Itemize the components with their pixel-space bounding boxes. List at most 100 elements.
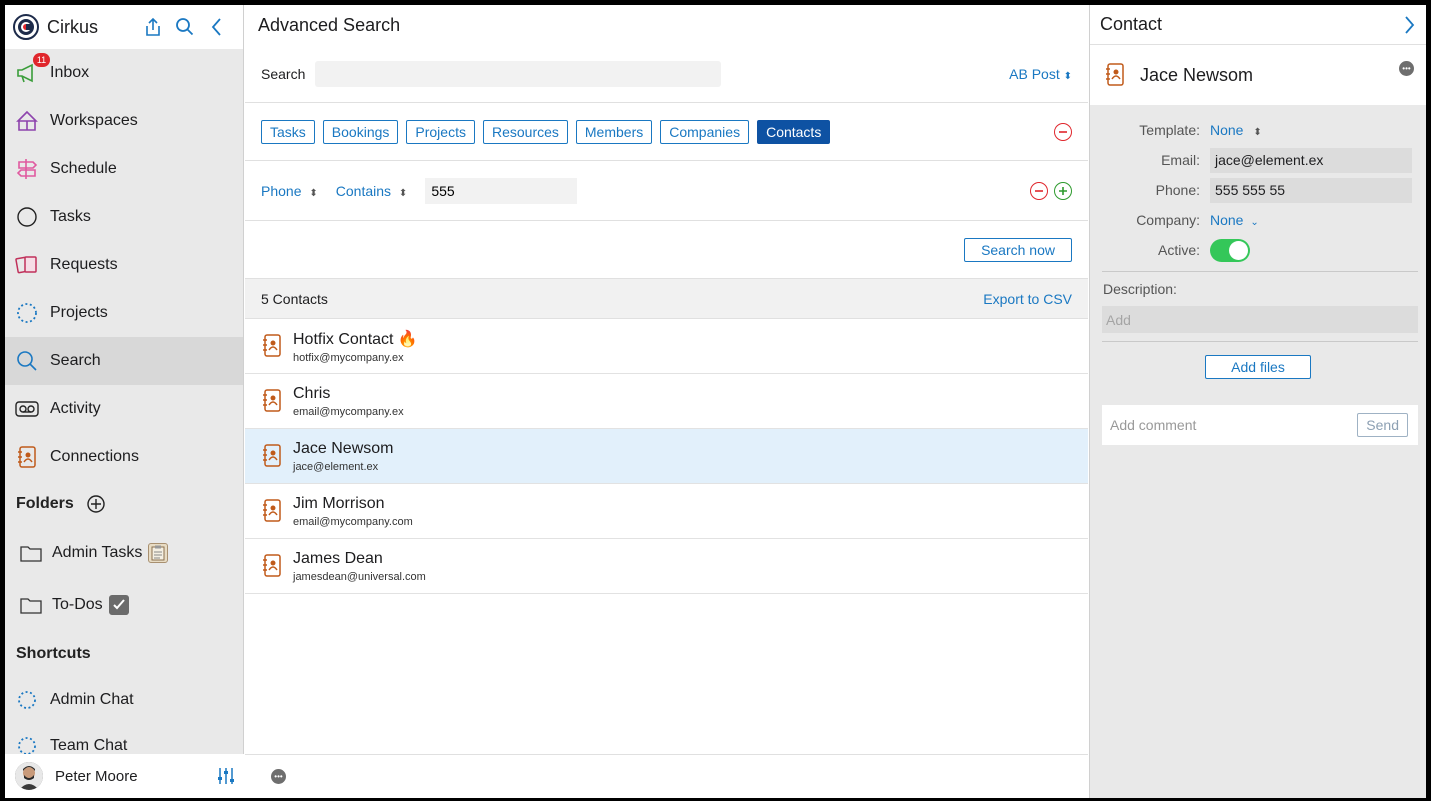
type-chip-bookings[interactable]: Bookings [322,119,399,144]
sort-select[interactable]: AB Post ⬍ [1009,66,1072,82]
list-item[interactable]: Hotfix Contact 🔥 hotfix@mycompany.ex [245,319,1088,374]
remove-condition-icon[interactable] [1030,181,1048,200]
folder-label: Admin Tasks [52,544,143,561]
condition-operator-select[interactable]: Contains ⬍ [336,183,408,199]
add-folder-icon[interactable] [86,494,106,514]
type-chip-projects[interactable]: Projects [406,119,475,144]
search-now-button[interactable]: Search now [964,237,1072,262]
sidebar-item-label: Search [50,352,101,369]
contact-name: Jace Newsom [293,439,394,457]
sidebar: Cirkus 11 Inbox Workspaces Schedule Task… [5,5,244,798]
list-item[interactable]: Jim Morrison email@mycompany.com [245,484,1088,539]
email-input[interactable]: jace@element.ex [1210,147,1412,173]
sidebar-item-connections[interactable]: Connections [5,433,243,481]
collapse-sidebar-chevron-icon[interactable] [201,13,233,41]
template-field: Template: None ⬍ [1090,115,1426,145]
settings-sliders-icon[interactable] [216,766,236,786]
contact-name: Chris [293,384,331,402]
active-toggle[interactable] [1210,238,1250,262]
email-label: Email: [1161,152,1200,168]
sidebar-item-workspaces[interactable]: Workspaces [5,97,243,145]
contact-email: email@mycompany.com [293,515,413,528]
condition-value-input[interactable] [425,177,578,204]
condition-operator-label: Contains [335,182,392,199]
phone-label: Phone: [1155,182,1200,198]
company-label: Company: [1136,212,1200,228]
contact-header: Jace Newsom ••• [1090,45,1426,105]
page-title: Advanced Search [258,14,401,35]
sidebar-item-label: Requests [50,256,118,273]
search-label: Search [261,65,306,82]
contact-book-icon [263,554,281,577]
chevron-right-icon[interactable] [1404,15,1416,35]
contact-book-icon [263,389,281,412]
description-label: Description: [1103,281,1177,297]
add-files-button[interactable]: Add files [1205,355,1311,379]
type-chip-members[interactable]: Members [575,119,653,144]
contact-book-icon [263,334,281,357]
comment-box: Add comment Send [1102,405,1418,445]
template-select[interactable]: None ⬍ [1210,122,1262,138]
share-icon[interactable] [137,13,169,41]
contact-name: James Dean [293,549,383,567]
template-label: Template: [1139,122,1200,138]
description-input[interactable]: Add [1102,306,1418,333]
send-button[interactable]: Send [1357,413,1408,437]
list-item[interactable]: James Dean jamesdean@universal.com [245,539,1088,594]
sidebar-item-schedule[interactable]: Schedule [5,145,243,193]
sidebar-item-requests[interactable]: Requests [5,241,243,289]
company-select[interactable]: None ⌄ [1210,212,1259,228]
shortcut-label: Admin Chat [50,691,134,708]
sidebar-item-tasks[interactable]: Tasks [5,193,243,241]
condition-field-select[interactable]: Phone ⬍ [261,183,318,199]
type-chip-companies[interactable]: Companies [660,119,750,144]
list-item[interactable]: Chris email@mycompany.ex [245,374,1088,429]
company-field: Company: None ⌄ [1090,205,1426,235]
type-chip-contacts[interactable]: Contacts [757,119,831,144]
sidebar-item-label: Inbox [50,64,90,81]
avatar[interactable] [15,762,43,790]
chevron-updown-icon: ⬍ [1063,70,1072,82]
list-item-text: Jim Morrison email@mycompany.com [293,495,413,528]
dotted-circle-icon [15,301,39,325]
search-icon[interactable] [169,13,201,41]
phone-field: Phone: 555 555 55 [1090,175,1426,205]
add-condition-icon[interactable] [1054,181,1072,200]
list-item-text: Hotfix Contact 🔥 hotfix@mycompany.ex [293,329,418,364]
contact-email: jamesdean@universal.com [293,570,426,583]
condition-row: Phone ⬍ Contains ⬍ [245,161,1088,221]
sidebar-item-activity[interactable]: Activity [5,385,243,433]
export-csv-link[interactable]: Export to CSV [983,291,1072,307]
sidebar-item-inbox[interactable]: 11 Inbox [5,49,243,97]
more-options-icon[interactable]: ••• [1399,60,1414,76]
folders-heading-label: Folders [16,495,74,512]
contact-panel-header: Contact [1090,5,1426,45]
results-count: 5 Contacts [261,290,328,307]
folder-icon [19,593,43,617]
more-options-icon[interactable]: ••• [271,769,286,784]
type-chip-resources[interactable]: Resources [482,119,568,144]
sidebar-item-label: Tasks [50,208,91,225]
folder-item-admin-tasks[interactable]: Admin Tasks [5,527,243,579]
phone-input[interactable]: 555 555 55 [1210,177,1412,203]
chevron-updown-icon: ⬍ [398,187,408,199]
list-item-selected[interactable]: Jace Newsom jace@element.ex [245,429,1088,484]
type-chip-tasks[interactable]: Tasks [261,119,315,144]
sidebar-item-search[interactable]: Search [5,337,243,385]
voicemail-icon [15,397,39,421]
comment-input[interactable]: Add comment [1110,417,1196,433]
sidebar-item-label: Activity [50,400,101,417]
folder-icon [19,541,43,565]
circus-tent-icon [15,109,39,133]
remove-filter-icon[interactable] [1054,122,1072,141]
sidebar-item-projects[interactable]: Projects [5,289,243,337]
company-value: None [1210,212,1244,228]
sidebar-item-label: Projects [50,304,108,321]
active-field: Active: [1090,235,1426,265]
app-name: Cirkus [47,16,99,37]
contact-email: email@mycompany.ex [293,405,404,418]
shortcut-item-admin-chat[interactable]: Admin Chat [5,677,243,723]
search-input[interactable] [315,60,721,87]
active-label: Active: [1157,242,1200,258]
folder-item-to-dos[interactable]: To-Dos [5,579,243,631]
